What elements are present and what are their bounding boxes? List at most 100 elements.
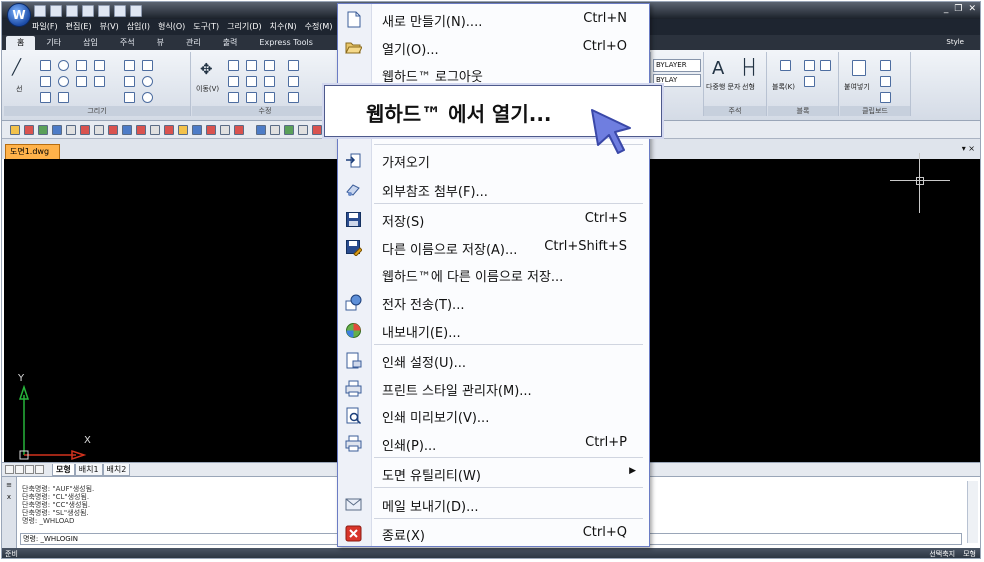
menu-item-save-as[interactable]: 다른 이름으로 저장(A)... Ctrl+Shift+S [338, 234, 649, 260]
trim-icon[interactable] [246, 76, 257, 87]
tab-output[interactable]: 출력 [212, 36, 249, 50]
command-scrollbar[interactable] [967, 481, 978, 543]
toolbar-icon-13[interactable] [178, 125, 188, 135]
qat-new-icon[interactable] [34, 5, 46, 17]
tab-other[interactable]: 기타 [35, 36, 72, 50]
toolbar-icon-9[interactable] [122, 125, 132, 135]
toolbar-icon-14[interactable] [192, 125, 202, 135]
xline-icon[interactable] [124, 60, 135, 71]
toolbar-icon-19[interactable] [270, 125, 280, 135]
menu-item-exit[interactable]: 종료(X) Ctrl+Q [338, 520, 649, 546]
linetype-dropdown[interactable]: BYLAYER [653, 59, 701, 72]
close-icon[interactable]: ✕ [968, 4, 976, 14]
menu-view[interactable]: 뷰(V) [100, 21, 119, 35]
wipeout-icon[interactable] [124, 92, 135, 103]
command-window-handle[interactable]: ≡ x [2, 477, 17, 549]
menu-item-new[interactable]: 새로 만들기(N).... Ctrl+N [338, 6, 649, 32]
restore-icon[interactable]: ❐ [954, 4, 962, 14]
toolbar-icon-3[interactable] [38, 125, 48, 135]
tab-insert[interactable]: 삽입 [72, 36, 109, 50]
status-button-selection[interactable]: 선택축지 [929, 549, 955, 558]
menu-item-drawing-utilities[interactable]: 도면 유틸리티(W) ▶ [338, 460, 649, 486]
menu-item-open[interactable]: 열기(O)... Ctrl+O [338, 34, 649, 60]
tab-layout2[interactable]: 배치2 [102, 464, 131, 476]
menu-modify[interactable]: 수정(M) [305, 21, 333, 35]
document-close-icon[interactable]: ▾ × [962, 144, 975, 153]
rectangle-icon[interactable] [94, 60, 105, 71]
array-icon[interactable] [264, 60, 275, 71]
menu-item-print[interactable]: 인쇄(P)... Ctrl+P [338, 430, 649, 456]
toolbar-icon-17[interactable] [234, 125, 244, 135]
qat-print-icon[interactable] [98, 5, 110, 17]
block-edit-icon[interactable] [804, 76, 815, 87]
offset-icon[interactable] [288, 60, 299, 71]
menu-draw[interactable]: 그리기(D) [227, 21, 261, 35]
toolbar-icon-6[interactable] [80, 125, 90, 135]
menu-item-webhard-logout[interactable]: 웹하드™ 로그아웃 [338, 61, 649, 87]
qat-open-icon[interactable] [50, 5, 62, 17]
toolbar-icon-15[interactable] [206, 125, 216, 135]
menu-item-page-setup[interactable]: 인쇄 설정(U)... [338, 347, 649, 373]
toolbar-icon-21[interactable] [298, 125, 308, 135]
tab-manage[interactable]: 관리 [175, 36, 212, 50]
cut-icon[interactable] [880, 60, 891, 71]
paste-icon[interactable] [852, 60, 866, 76]
fillet-icon[interactable] [264, 92, 275, 103]
stretch-icon[interactable] [246, 92, 257, 103]
next-tab-icon[interactable] [25, 465, 34, 474]
toolbar-icon-10[interactable] [136, 125, 146, 135]
copy-clip-icon[interactable] [880, 76, 891, 87]
status-button-model[interactable]: 모형 [963, 549, 976, 558]
arc-icon[interactable] [76, 60, 87, 71]
document-tab[interactable]: 도면1.dwg [5, 144, 61, 159]
tab-layout1[interactable]: 배치1 [74, 464, 103, 476]
erase-icon[interactable] [288, 92, 299, 103]
menu-item-webhard-save-as[interactable]: 웹하드™에 다른 이름으로 저장... [338, 261, 649, 287]
menu-item-save[interactable]: 저장(S) Ctrl+S [338, 206, 649, 232]
toolbar-icon-4[interactable] [52, 125, 62, 135]
rotate-icon[interactable] [228, 76, 239, 87]
menu-edit[interactable]: 편집(E) [66, 21, 92, 35]
hatch-icon[interactable] [40, 76, 51, 87]
prev-tab-icon[interactable] [15, 465, 24, 474]
toolbar-icon-16[interactable] [220, 125, 230, 135]
menu-file[interactable]: 파일(F) [32, 21, 58, 35]
qat-undo-icon[interactable] [114, 5, 126, 17]
first-tab-icon[interactable] [5, 465, 14, 474]
menu-item-etransmit[interactable]: 전자 전송(T)... [338, 289, 649, 315]
spline-icon[interactable] [76, 76, 87, 87]
toolbar-icon-12[interactable] [164, 125, 174, 135]
linear-dim-icon[interactable]: ├┤ [740, 58, 758, 76]
command-close-icon[interactable]: x [2, 493, 16, 501]
menu-item-send-mail[interactable]: 메일 보내기(D)... [338, 491, 649, 517]
block-create-icon[interactable] [804, 60, 815, 71]
scale-icon[interactable] [228, 92, 239, 103]
menu-insert[interactable]: 삽입(I) [127, 21, 150, 35]
tab-view[interactable]: 뷰 [146, 36, 175, 50]
toolbar-icon-7[interactable] [94, 125, 104, 135]
circle-icon[interactable] [58, 60, 69, 71]
menu-dimension[interactable]: 치수(N) [270, 21, 297, 35]
mirror-icon[interactable] [246, 60, 257, 71]
app-menu-button[interactable]: W [7, 3, 31, 27]
minimize-icon[interactable]: _ [944, 4, 949, 14]
tab-model[interactable]: 모형 [52, 464, 75, 476]
last-tab-icon[interactable] [35, 465, 44, 474]
copy-icon[interactable] [228, 60, 239, 71]
toolbar-icon-1[interactable] [10, 125, 20, 135]
tab-home[interactable]: 홈 [6, 36, 36, 50]
donut-icon[interactable] [124, 76, 135, 87]
command-menu-icon[interactable]: ≡ [2, 481, 16, 489]
toolbar-icon-5[interactable] [66, 125, 76, 135]
style-dropdown[interactable]: Style [946, 38, 964, 46]
extend-icon[interactable] [264, 76, 275, 87]
tab-annotate[interactable]: 주석 [109, 36, 146, 50]
menu-item-plot-style-manager[interactable]: 프린트 스타일 관리자(M)... [338, 375, 649, 401]
move-icon[interactable]: ✥ [200, 60, 213, 78]
menu-item-print-preview[interactable]: 인쇄 미리보기(V)... [338, 402, 649, 428]
menu-tools[interactable]: 도구(T) [193, 21, 219, 35]
tab-express-tools[interactable]: Express Tools [248, 36, 324, 50]
region-icon[interactable] [40, 92, 51, 103]
block-attribute-icon[interactable] [820, 60, 831, 71]
match-properties-icon[interactable] [880, 92, 891, 103]
